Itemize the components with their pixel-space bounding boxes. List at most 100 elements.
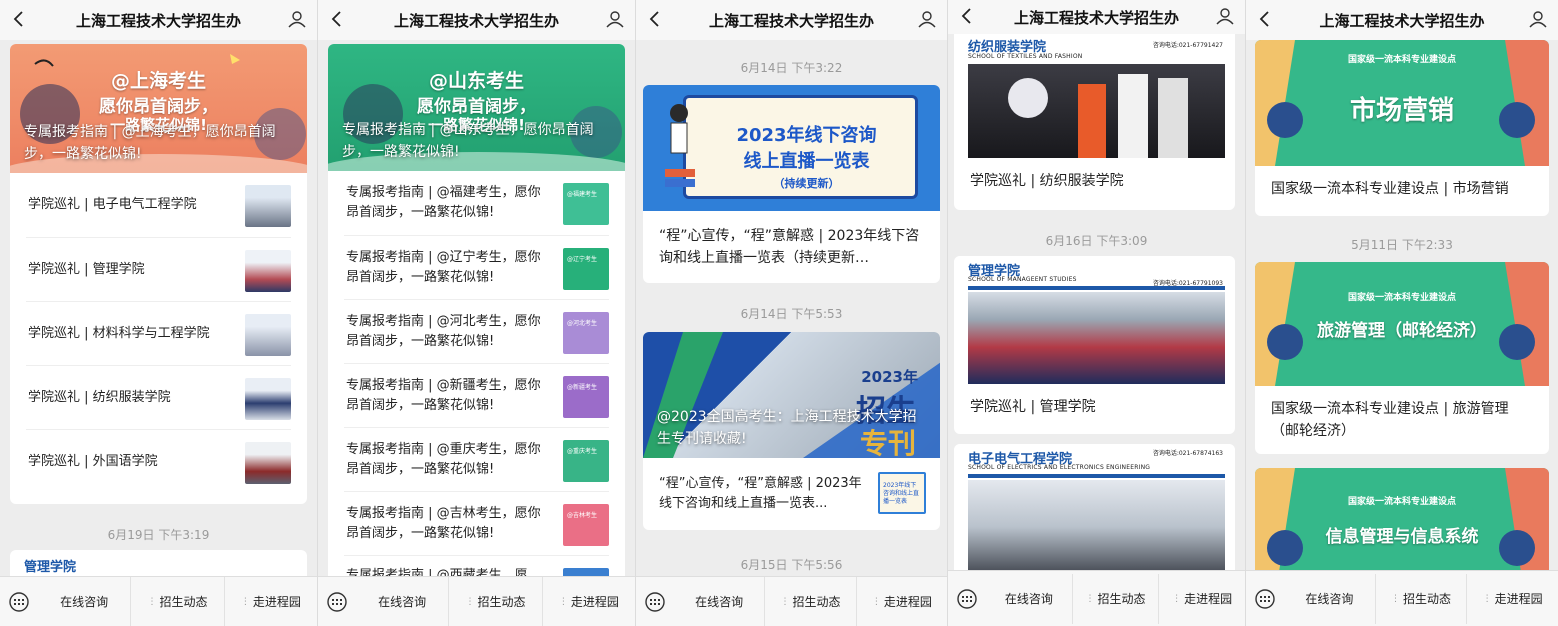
list-item[interactable]: 学院巡礼 | 材料科学与工程学院 xyxy=(26,301,291,365)
menu-admission-news[interactable]: ⋮ 招生动态 xyxy=(764,576,855,626)
header-stripe xyxy=(968,286,1225,290)
article-cover-banner[interactable]: @山东考生 愿你昂首阔步， 一路繁花似锦! 专属报考指南 | @山东考生，愿你昂… xyxy=(328,44,625,171)
screenshot-collage: 上海工程技术大学招生办 @上海考生 愿你昂首阔步， 一路繁花似锦! 专属报考指南 xyxy=(0,0,1558,626)
article-title[interactable]: 专属报考指南 | @西藏考生，愿 xyxy=(346,556,549,576)
list-item[interactable]: 学院巡礼 | 电子电气工程学院 xyxy=(26,173,291,237)
article-cover-banner[interactable]: 国家级一流本科专业建设点 旅游管理（邮轮经济） xyxy=(1255,262,1549,386)
message-list[interactable]: @山东考生 愿你昂首阔步， 一路繁花似锦! 专属报考指南 | @山东考生，愿你昂… xyxy=(318,40,635,576)
list-item[interactable]: 专属报考指南 | @福建考生，愿你昂首阔步，一路繁花似锦! @福建考生 xyxy=(344,171,609,235)
keyboard-toggle[interactable] xyxy=(0,577,38,626)
article-group-card[interactable]: 2023年 招生 专刊 @2023全国高考生：上海工程技术大学招生专刊请收藏! … xyxy=(643,332,940,530)
article-card[interactable]: 国家级一流本科专业建设点 旅游管理（邮轮经济） 国家级一流本科专业建设点 | 旅… xyxy=(1255,262,1549,454)
article-thumbnail xyxy=(245,378,291,420)
article-title[interactable]: 学院巡礼 | 管理学院 xyxy=(28,238,231,302)
user-profile-icon[interactable] xyxy=(1215,6,1235,26)
article-title[interactable]: 专属报考指南 | @福建考生，愿你昂首阔步，一路繁花似锦! xyxy=(346,171,549,235)
list-item[interactable]: 专属报考指南 | @新疆考生，愿你昂首阔步，一路繁花似锦! @新疆考生 xyxy=(344,363,609,427)
article-card[interactable]: 管理学院 SCHOOL OF MANAGEENT STUDIES 咨询电话:02… xyxy=(954,256,1235,434)
article-title[interactable]: 专属报考指南 | @辽宁考生，愿你昂首阔步，一路繁花似锦! xyxy=(346,236,549,300)
list-item[interactable]: 专属报考指南 | @西藏考生，愿 xyxy=(344,555,609,576)
user-profile-icon[interactable] xyxy=(287,9,307,29)
article-title[interactable]: @2023全国高考生：上海工程技术大学招生专刊请收藏! xyxy=(657,406,926,450)
user-profile-icon[interactable] xyxy=(917,9,937,29)
page-title: 上海工程技术大学招生办 xyxy=(1013,8,1179,27)
article-title[interactable]: 国家级一流本科专业建设点 | 旅游管理（邮轮经济） xyxy=(1271,398,1535,442)
back-arrow-icon[interactable] xyxy=(8,8,30,30)
list-item[interactable]: 专属报考指南 | @辽宁考生，愿你昂首阔步，一路繁花似锦! @辽宁考生 xyxy=(344,235,609,299)
article-cover-banner[interactable]: 国家级一流本科专业建设点 信息管理与信息系统 xyxy=(1255,468,1549,570)
banner-heading: @山东考生 xyxy=(428,70,524,92)
list-item[interactable]: 学院巡礼 | 外国语学院 xyxy=(26,429,291,493)
menu-online-consult[interactable]: 在线咨询 xyxy=(674,577,764,626)
article-title[interactable]: 专属报考指南 | @吉林考生，愿你昂首阔步，一路繁花似锦! xyxy=(346,492,549,556)
menu-online-consult[interactable]: 在线咨询 xyxy=(986,574,1072,624)
article-title[interactable]: 专属报考指南 | @重庆考生，愿你昂首阔步，一路繁花似锦! xyxy=(346,428,549,492)
article-title[interactable]: 学院巡礼 | 纺织服装学院 xyxy=(28,366,231,430)
menu-campus[interactable]: ⋮ 走进程园 xyxy=(1466,573,1558,624)
keyboard-icon xyxy=(645,591,665,612)
menu-label: 招生动态 xyxy=(477,595,526,609)
article-cover-banner[interactable]: @上海考生 愿你昂首阔步， 一路繁花似锦! 专属报考指南 | @上海考生，愿你昂… xyxy=(10,44,307,173)
back-arrow-icon[interactable] xyxy=(326,8,348,30)
article-title[interactable]: 学院巡礼 | 电子电气工程学院 xyxy=(28,173,231,237)
message-list[interactable]: 国家级一流本科专业建设点 市场营销 国家级一流本科专业建设点 | 市场营销 5月… xyxy=(1246,40,1558,570)
menu-campus[interactable]: ⋮ 走进程园 xyxy=(223,576,317,626)
article-title[interactable]: 专属报考指南 | @上海考生，愿你昂首阔步，一路繁花似锦! xyxy=(24,121,293,165)
list-item[interactable]: 专属报考指南 | @重庆考生，愿你昂首阔步，一路繁花似锦! @重庆考生 xyxy=(344,427,609,491)
article-card[interactable]: 纺织服装学院 SCHOOL OF TEXTILES AND FASHION 咨询… xyxy=(954,34,1235,210)
list-item[interactable]: 专属报考指南 | @河北考生，愿你昂首阔步，一路繁花似锦! @河北考生 xyxy=(344,299,609,363)
menu-campus[interactable]: ⋮ 走进程园 xyxy=(1158,573,1245,624)
article-title[interactable]: 国家级一流本科专业建设点 | 市场营销 xyxy=(1271,178,1509,200)
banner-heading: @上海考生 xyxy=(110,70,206,92)
article-title[interactable]: 学院巡礼 | 纺织服装学院 xyxy=(970,170,1124,192)
article-title[interactable]: 专属报考指南 | @河北考生，愿你昂首阔步，一路繁花似锦! xyxy=(346,300,549,364)
menu-label: 走进程园 xyxy=(570,595,619,609)
menu-online-consult[interactable]: 在线咨询 xyxy=(38,577,130,626)
article-cover-banner[interactable]: 国家级一流本科专业建设点 市场营销 xyxy=(1255,40,1549,166)
message-list[interactable]: 6月14日 下午3:22 2023年线下咨询 线上直播一览表 （持续更新） “程… xyxy=(636,40,947,576)
keyboard-toggle[interactable] xyxy=(948,574,986,624)
list-item[interactable]: 学院巡礼 | 管理学院 xyxy=(26,237,291,301)
back-arrow-icon[interactable] xyxy=(644,8,666,30)
menu-online-consult[interactable]: 在线咨询 xyxy=(356,577,448,626)
menu-online-consult[interactable]: 在线咨询 xyxy=(1284,574,1375,624)
article-cover-banner[interactable]: 2023年线下咨询 线上直播一览表 （持续更新） xyxy=(643,85,940,211)
submenu-icon: ⋮ xyxy=(147,596,156,607)
menu-campus[interactable]: ⋮ 走进程园 xyxy=(541,576,635,626)
list-item[interactable]: 学院巡礼 | 纺织服装学院 xyxy=(26,365,291,429)
message-timestamp: 6月15日 下午5:56 xyxy=(740,558,843,572)
menu-admission-news[interactable]: ⋮ 招生动态 xyxy=(130,576,223,626)
keyboard-toggle[interactable] xyxy=(1246,574,1284,624)
menu-campus[interactable]: ⋮ 走进程园 xyxy=(855,576,947,626)
article-title[interactable]: “程”心宣传，“程”意解惑 | 2023年线下咨询和线上直播一览表... xyxy=(659,458,866,530)
article-title[interactable]: 专属报考指南 | @山东考生，愿你昂首阔步，一路繁花似锦! xyxy=(342,119,611,163)
article-title[interactable]: 学院巡礼 | 管理学院 xyxy=(970,396,1096,418)
message-list[interactable]: @上海考生 愿你昂首阔步， 一路繁花似锦! 专属报考指南 | @上海考生，愿你昂… xyxy=(0,40,317,576)
article-card-peek[interactable]: 管理学院 xyxy=(10,550,307,576)
article-title[interactable]: “程”心宣传，“程”意解惑 | 2023年线下咨询和线上直播一览表（持续更新… xyxy=(659,225,926,269)
article-group-card[interactable]: @山东考生 愿你昂首阔步， 一路繁花似锦! 专属报考指南 | @山东考生，愿你昂… xyxy=(328,44,625,576)
user-profile-icon[interactable] xyxy=(1528,9,1548,29)
article-card[interactable]: 2023年线下咨询 线上直播一览表 （持续更新） “程”心宣传，“程”意解惑 |… xyxy=(643,85,940,283)
article-cover-banner[interactable]: 2023年 招生 专刊 @2023全国高考生：上海工程技术大学招生专刊请收藏! xyxy=(643,332,940,458)
menu-admission-news[interactable]: ⋮ 招生动态 xyxy=(448,576,541,626)
list-item[interactable]: 专属报考指南 | @吉林考生，愿你昂首阔步，一路繁花似锦! @吉林考生 xyxy=(344,491,609,555)
message-list[interactable]: 纺织服装学院 SCHOOL OF TEXTILES AND FASHION 咨询… xyxy=(948,34,1245,570)
menu-admission-news[interactable]: ⋮ 招生动态 xyxy=(1071,573,1159,624)
keyboard-toggle[interactable] xyxy=(636,577,674,626)
back-arrow-icon[interactable] xyxy=(1254,8,1276,30)
article-card[interactable]: 国家级一流本科专业建设点 信息管理与信息系统 xyxy=(1255,468,1549,570)
submenu-icon: ⋮ xyxy=(780,596,789,607)
list-item[interactable]: “程”心宣传，“程”意解惑 | 2023年线下咨询和线上直播一览表... 202… xyxy=(657,458,926,530)
article-title[interactable]: 专属报考指南 | @新疆考生，愿你昂首阔步，一路繁花似锦! xyxy=(346,364,549,428)
user-profile-icon[interactable] xyxy=(605,9,625,29)
article-card[interactable]: 电子电气工程学院 SCHOOL OF ELECTRICS AND ELECTRO… xyxy=(954,444,1235,570)
menu-admission-news[interactable]: ⋮ 招生动态 xyxy=(1374,573,1467,624)
article-card[interactable]: 国家级一流本科专业建设点 市场营销 国家级一流本科专业建设点 | 市场营销 xyxy=(1255,40,1549,216)
keyboard-toggle[interactable] xyxy=(318,577,356,626)
thumbnail-label: @新疆考生 xyxy=(567,384,598,391)
article-title[interactable]: 学院巡礼 | 外国语学院 xyxy=(28,430,231,494)
article-group-card[interactable]: @上海考生 愿你昂首阔步， 一路繁花似锦! 专属报考指南 | @上海考生，愿你昂… xyxy=(10,44,307,504)
article-title[interactable]: 学院巡礼 | 材料科学与工程学院 xyxy=(28,302,231,366)
back-arrow-icon[interactable] xyxy=(956,5,978,27)
